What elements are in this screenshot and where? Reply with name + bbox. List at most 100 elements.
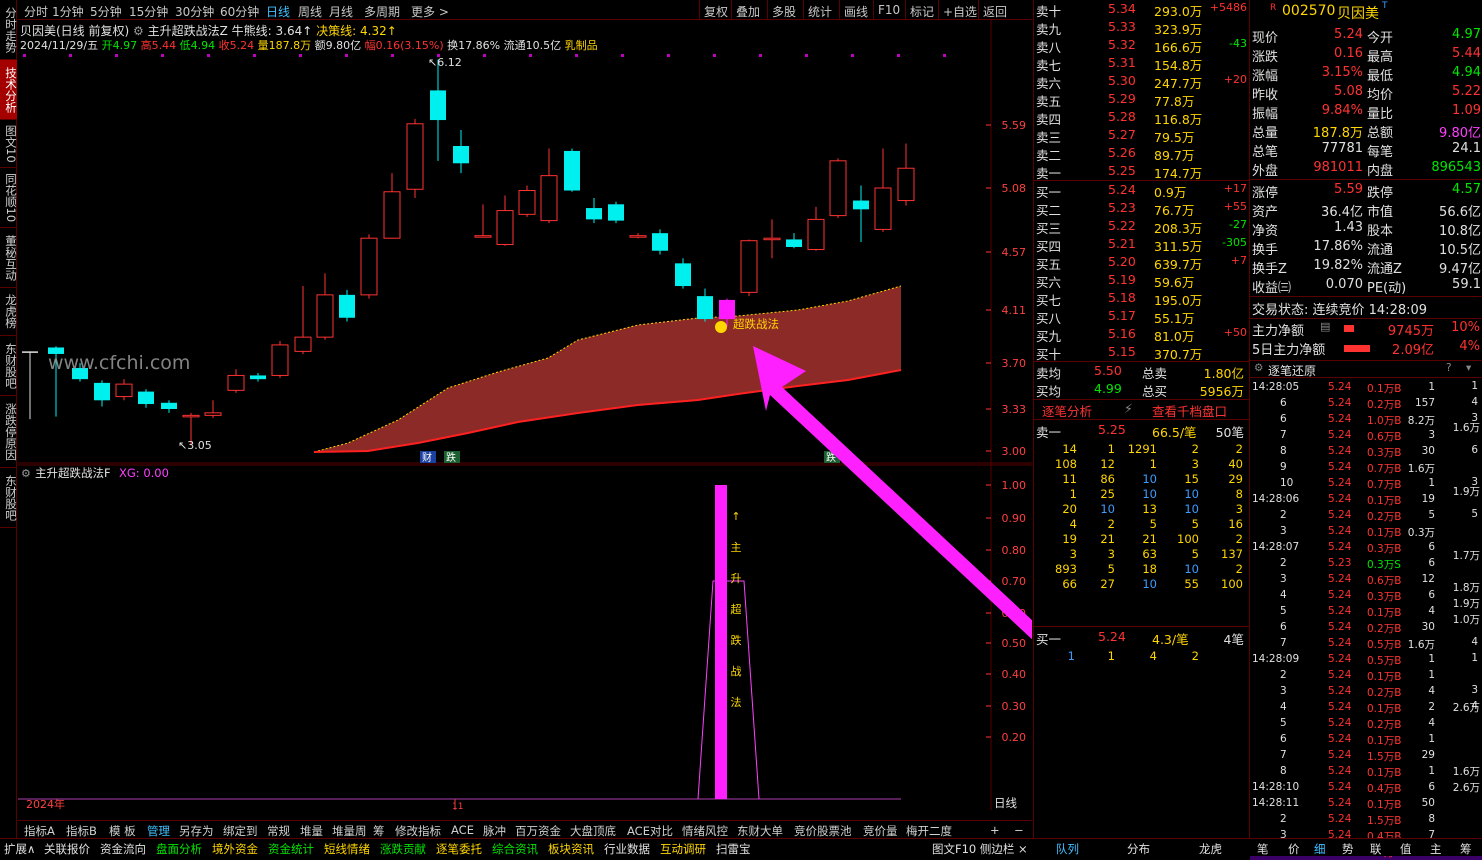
tick-row[interactable]: 2 5.24 0.1万B 1 [1250,668,1482,684]
status-link-22[interactable]: 联 [1370,841,1382,857]
status-link-20[interactable]: 细 [1314,841,1326,857]
tick-row[interactable]: 14:28:06 5.24 0.1万B 19 [1250,492,1482,508]
settings-icon[interactable]: ⚙ [133,24,144,38]
buy-order-row[interactable]: 买七 5.18 195.0万 [1034,289,1249,308]
buy-order-row[interactable]: 买二 5.23 76.7万 +55 [1034,199,1249,218]
buy-order-row[interactable]: 买四 5.21 311.5万 -305 [1034,235,1249,254]
sell-order-row[interactable]: 卖五 5.29 77.8万 [1034,90,1249,109]
sell-order-row[interactable]: 卖一 5.25 174.7万 [1034,162,1249,181]
indicator-name[interactable]: 主升超跌战法Z [148,24,228,38]
tick-row[interactable]: 14:28:10 5.24 0.4万B 6 [1250,780,1482,796]
help-icon[interactable]: ? [1446,362,1452,374]
rail-tab-7[interactable]: 涨跌停原因 [0,396,18,468]
rail-tab-2[interactable]: 图文10 [0,120,18,168]
tick-row[interactable]: 10 5.24 0.7万B 1 [1250,476,1482,492]
tick-row[interactable]: 6 5.24 0.2万B 30 [1250,620,1482,636]
tick-row[interactable]: 14:28:11 5.24 0.1万B 50 [1250,796,1482,812]
buy-order-row[interactable]: 买九 5.16 81.0万 +50 [1034,325,1249,344]
sell-order-row[interactable]: 卖十 5.34 293.0万 +5486 [1034,0,1249,19]
sell-order-row[interactable]: 卖二 5.26 89.7万 [1034,144,1249,163]
indicator-tab-15[interactable]: ACE对比 [627,823,673,839]
tick-row[interactable]: 5 5.24 0.2万B 4 [1250,716,1482,732]
sell-order-row[interactable]: 卖八 5.32 166.6万 -43 [1034,36,1249,55]
sell-order-row[interactable]: 卖六 5.30 247.7万 +20 [1034,72,1249,91]
status-link-18[interactable]: 笔 [1257,841,1269,857]
status-link-10[interactable]: 板块资讯 [548,841,594,857]
status-link-16[interactable]: 分布 [1127,841,1150,857]
tick-row[interactable]: 14:28:07 5.24 0.3万B 6 [1250,540,1482,556]
buy-order-row[interactable]: 买一 5.24 0.9万 +17 [1034,181,1249,200]
tick-row[interactable]: 2 5.24 0.2万B 5 [1250,508,1482,524]
tick-row[interactable]: 4 5.24 0.1万B 2 [1250,700,1482,716]
rail-tab-5[interactable]: 龙虎榜 [0,288,18,336]
buy-order-row[interactable]: 买三 5.22 208.3万 -27 [1034,217,1249,236]
depth-link[interactable]: 查看千档盘口 [1152,401,1227,420]
tick-row[interactable]: 2 5.24 1.5万B 8 [1250,812,1482,828]
indicator-tab-17[interactable]: 东财大单 [737,823,783,839]
period-tab-6[interactable]: 日线 [266,3,290,20]
doc-icon[interactable]: ▤ [1320,320,1330,333]
tick-row[interactable]: 6 5.24 0.2万B 157 [1250,396,1482,412]
badge-die[interactable]: 跌 [446,451,456,464]
tick-row[interactable]: 7 5.24 0.6万B 3 [1250,428,1482,444]
tick-row[interactable]: 8 5.24 0.3万B 30 [1250,444,1482,460]
period-tab-0[interactable]: 分时 [24,3,48,20]
indicator-tab-1[interactable]: 指标B [66,823,97,839]
indicator-tab-14[interactable]: 大盘顶底 [570,823,616,839]
indicator-tab-8[interactable]: 堆量周 [332,823,367,839]
rail-tab-8[interactable]: 东财股吧 [0,468,18,528]
sub-indicator-name[interactable]: 主升超跌战法F [35,466,111,480]
tick-row[interactable]: 14:28:05 5.24 0.1万B 1 [1250,380,1482,396]
status-link-7[interactable]: 涨跌贡献 [380,841,426,857]
tick-row[interactable]: 8 5.24 0.1万B 1 [1250,764,1482,780]
tick-row[interactable]: 3 5.24 0.6万B 12 [1250,572,1482,588]
status-link-13[interactable]: 扫雷宝 [716,841,751,857]
tick-row[interactable]: 7 5.24 0.5万B 1.6万 [1250,636,1482,652]
status-link-24[interactable]: 主 [1430,841,1442,857]
indicator-tab-9[interactable]: 筹 [373,823,385,839]
badge-cai[interactable]: 财 [422,451,432,464]
indicator-tab-19[interactable]: 竞价量 [863,823,898,839]
rail-tab-4[interactable]: 董秘互动 [0,228,18,288]
tick-row[interactable]: 6 5.24 0.1万B 1 [1250,732,1482,748]
indicator-tab-4[interactable]: 另存为 [179,823,214,839]
status-link-0[interactable]: 扩展∧ [4,841,35,857]
status-link-5[interactable]: 资金统计 [268,841,314,857]
indicator-tab-21[interactable]: + [990,823,1000,837]
status-link-17[interactable]: 龙虎 [1199,841,1222,857]
period-tab-9[interactable]: 多周期 [364,3,400,20]
period-tab-2[interactable]: 5分钟 [90,3,122,20]
indicator-tab-7[interactable]: 堆量 [300,823,323,839]
indicator-tab-22[interactable]: − [1014,823,1024,837]
buy-order-row[interactable]: 买八 5.17 55.1万 [1034,307,1249,326]
tick-row[interactable]: 6 5.24 1.0万B 8.2万 [1250,412,1482,428]
indicator-tab-12[interactable]: 脉冲 [483,823,506,839]
period-tab-5[interactable]: 60分钟 [220,3,259,20]
status-link-12[interactable]: 互动调研 [660,841,706,857]
tick-row[interactable]: 2 5.23 0.3万S 6 [1250,556,1482,572]
tool-button-1[interactable]: 叠加 [736,3,760,20]
status-link-4[interactable]: 境外资金 [212,841,258,857]
indicator-tab-2[interactable]: 模 板 [109,823,136,839]
period-tab-8[interactable]: 月线 [329,3,353,20]
status-link-8[interactable]: 逐笔委托 [436,841,482,857]
tool-button-2[interactable]: 多股 [772,3,796,20]
period-tab-4[interactable]: 30分钟 [175,3,214,20]
tool-button-4[interactable]: 画线 [844,3,868,20]
sell-order-row[interactable]: 卖三 5.27 79.5万 [1034,126,1249,145]
indicator-tab-13[interactable]: 百万资金 [515,823,561,839]
status-link-14[interactable]: 图文F10 侧边栏 × [932,841,1028,857]
indicator-tab-11[interactable]: ACE [451,823,474,837]
tool-button-8[interactable]: 返回 [983,3,1007,20]
tool-button-5[interactable]: F10 [878,3,900,17]
status-link-9[interactable]: 综合资讯 [492,841,538,857]
indicator-tab-20[interactable]: 梅开二度 [906,823,952,839]
indicator-tab-0[interactable]: 指标A [24,823,55,839]
tool-button-7[interactable]: +自选 [943,3,977,20]
buy-order-row[interactable]: 买五 5.20 639.7万 +7 [1034,253,1249,272]
tool-button-0[interactable]: 复权 [704,3,728,20]
tool-button-3[interactable]: 统计 [808,3,832,20]
indicator-tab-5[interactable]: 绑定到 [223,823,258,839]
indicator-tab-16[interactable]: 情绪风控 [682,823,728,839]
status-link-3[interactable]: 盘面分析 [156,841,202,857]
